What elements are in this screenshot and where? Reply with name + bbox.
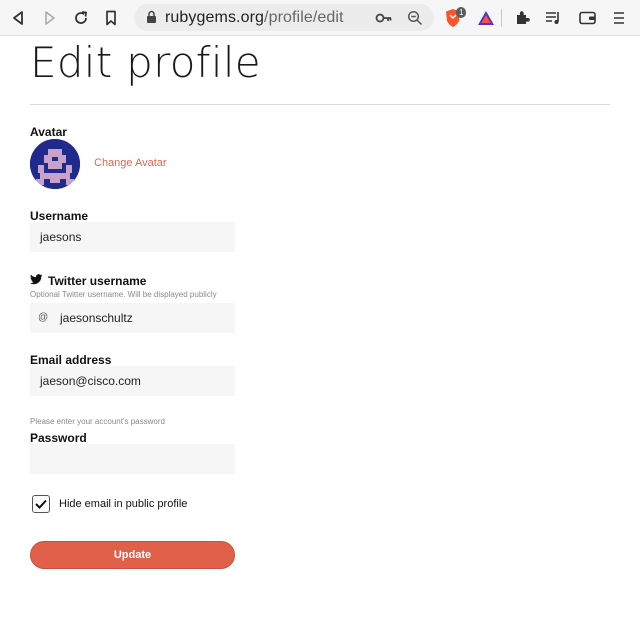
- avatar: [30, 139, 80, 189]
- page-title: Edit profile: [30, 38, 261, 87]
- menu-icon[interactable]: [609, 8, 629, 28]
- username-value: jaesons: [40, 230, 82, 244]
- bookmark-icon[interactable]: [101, 8, 121, 28]
- back-icon[interactable]: [8, 8, 28, 28]
- hide-email-checkbox[interactable]: [32, 495, 50, 513]
- title-divider: [30, 104, 610, 105]
- password-hint: Please enter your account's password: [30, 417, 165, 426]
- brave-badge: 1: [456, 7, 467, 18]
- identicon-image: [30, 139, 80, 189]
- extensions-icon[interactable]: [513, 8, 533, 28]
- username-label: Username: [30, 209, 89, 223]
- avatar-label: Avatar: [30, 125, 67, 139]
- brave-rewards-icon[interactable]: [476, 8, 496, 28]
- wallet-icon[interactable]: [578, 8, 598, 28]
- at-prefix: @: [38, 312, 49, 323]
- email-value: jaeson@cisco.com: [40, 374, 141, 388]
- username-field[interactable]: jaesons: [30, 222, 235, 252]
- twitter-value: jaesonschultz: [60, 311, 133, 325]
- forward-icon[interactable]: [40, 8, 60, 28]
- change-avatar-link[interactable]: Change Avatar: [94, 157, 167, 169]
- toolbar-divider: [501, 9, 502, 27]
- hide-email-label[interactable]: Hide email in public profile: [59, 498, 187, 510]
- url-host: rubygems.org: [165, 9, 265, 26]
- zoom-out-icon[interactable]: [405, 8, 425, 28]
- twitter-label: Twitter username: [48, 274, 147, 288]
- password-label: Password: [30, 431, 87, 445]
- twitter-field[interactable]: @ jaesonschultz: [30, 303, 235, 333]
- key-icon[interactable]: [374, 8, 394, 28]
- browser-toolbar: rubygems.org/profile/edit 1: [0, 0, 640, 36]
- media-playlist-icon[interactable]: [544, 8, 564, 28]
- update-button[interactable]: Update: [30, 541, 235, 569]
- twitter-icon: [30, 272, 43, 290]
- lock-icon[interactable]: [146, 10, 157, 29]
- reload-icon[interactable]: [71, 8, 91, 28]
- email-label: Email address: [30, 353, 112, 367]
- password-field[interactable]: [30, 444, 235, 474]
- email-field[interactable]: jaeson@cisco.com: [30, 366, 235, 396]
- checkmark-icon: [35, 499, 47, 509]
- url-text: rubygems.org/profile/edit: [165, 9, 344, 27]
- url-path: /profile/edit: [264, 9, 344, 26]
- twitter-hint: Optional Twitter username. Will be displ…: [30, 290, 217, 299]
- twitter-label-row: Twitter username: [30, 272, 146, 290]
